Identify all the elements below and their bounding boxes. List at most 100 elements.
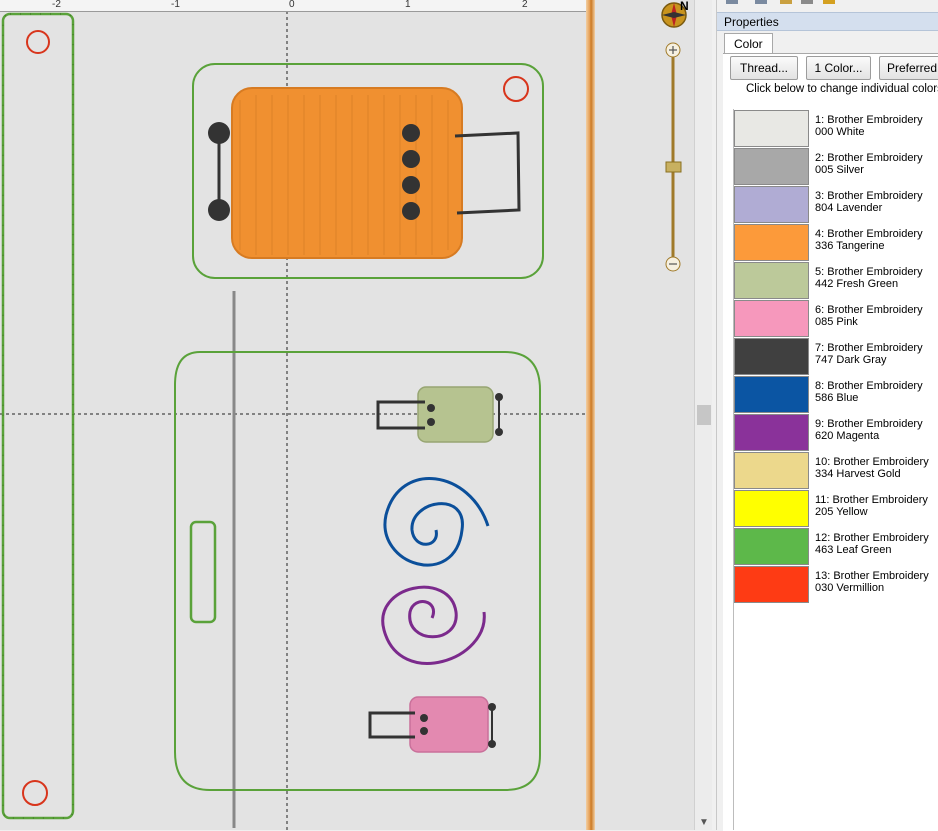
green-suitcase [417, 386, 494, 443]
color-thread-code: 205 Yellow [815, 506, 868, 518]
color-thread-code: 030 Vermillion [815, 582, 885, 594]
color-name: 10: Brother Embroidery 334 Harvest Gold [815, 456, 929, 480]
color-swatch[interactable] [734, 262, 809, 299]
color-thread-code: 000 White [815, 126, 865, 138]
color-thread-code: 005 Silver [815, 164, 864, 176]
ruler-label: 1 [405, 0, 411, 10]
color-swatch[interactable] [734, 186, 809, 223]
color-thread-brand: 10: Brother Embroidery [815, 456, 929, 468]
color-thread-code: 620 Magenta [815, 430, 880, 442]
color-thread-code: 085 Pink [815, 316, 858, 328]
color-thread-brand: 7: Brother Embroidery [815, 342, 923, 354]
color-swatch[interactable] [734, 224, 809, 261]
zoom-thumb [665, 161, 682, 173]
slot-opening [189, 520, 217, 624]
toolbar-icon [780, 0, 792, 4]
color-list-item[interactable]: 9: Brother Embroidery 620 Magenta [734, 414, 938, 452]
color-swatch[interactable] [734, 414, 809, 451]
color-list-item[interactable]: 8: Brother Embroidery 586 Blue [734, 376, 938, 414]
color-thread-brand: 3: Brother Embroidery [815, 190, 923, 202]
strap-hole-top [26, 30, 50, 54]
ruler-label: 2 [522, 0, 528, 10]
color-list-item[interactable]: 7: Brother Embroidery 747 Dark Gray [734, 338, 938, 376]
properties-toolbar [717, 0, 938, 10]
color-name: 13: Brother Embroidery 030 Vermillion [815, 570, 929, 594]
color-thread-code: 334 Harvest Gold [815, 468, 901, 480]
color-thread-code: 336 Tangerine [815, 240, 885, 252]
color-thread-brand: 11: Brother Embroidery [815, 494, 928, 506]
color-name: 5: Brother Embroidery 442 Fresh Green [815, 266, 923, 290]
color-thread-code: 804 Lavender [815, 202, 883, 214]
color-name: 7: Brother Embroidery 747 Dark Gray [815, 342, 923, 366]
properties-title: Properties [717, 12, 938, 31]
blue-spiral [383, 477, 490, 567]
scroll-thumb[interactable] [697, 405, 711, 425]
color-thread-brand: 5: Brother Embroidery [815, 266, 923, 278]
zoom-slider[interactable]: N [595, 0, 694, 280]
orange-suitcase [231, 87, 463, 259]
ruler-label: -1 [171, 0, 180, 10]
properties-panel: Properties Color Thread... 1 Color... Pr… [716, 0, 938, 831]
color-thread-brand: 8: Brother Embroidery [815, 380, 923, 392]
tag-hole [503, 76, 529, 102]
color-list-item[interactable]: 6: Brother Embroidery 085 Pink [734, 300, 938, 338]
ruler-label: -2 [52, 0, 61, 10]
scroll-down-icon[interactable]: ▼ [699, 817, 709, 828]
toolbar-icon [801, 0, 813, 4]
luggage-tag-top[interactable] [192, 63, 544, 279]
color-list-item[interactable]: 1: Brother Embroidery 000 White [734, 110, 938, 148]
color-thread-code: 463 Leaf Green [815, 544, 892, 556]
color-swatch[interactable] [734, 148, 809, 185]
toolbar-icon [726, 0, 738, 4]
color-list-item[interactable]: 10: Brother Embroidery 334 Harvest Gold [734, 452, 938, 490]
pink-suitcase [409, 696, 489, 753]
preferred-button[interactable]: Preferred [879, 56, 938, 80]
color-thread-brand: 1: Brother Embroidery [815, 114, 923, 126]
color-thread-brand: 2: Brother Embroidery [815, 152, 923, 164]
hoop-edge-bar [586, 0, 595, 830]
color-thread-brand: 4: Brother Embroidery [815, 228, 923, 240]
horizontal-ruler: -2 -1 0 1 2 3 [0, 0, 645, 12]
vertical-scrollbar[interactable]: ▼ [694, 0, 712, 830]
color-name: 8: Brother Embroidery 586 Blue [815, 380, 923, 404]
color-swatch[interactable] [734, 338, 809, 375]
strap-outline[interactable] [1, 12, 75, 820]
color-thread-code: 442 Fresh Green [815, 278, 899, 290]
color-name: 2: Brother Embroidery 005 Silver [815, 152, 923, 176]
color-list-item[interactable]: 4: Brother Embroidery 336 Tangerine [734, 224, 938, 262]
color-thread-brand: 12: Brother Embroidery [815, 532, 929, 544]
color-list-item[interactable]: 2: Brother Embroidery 005 Silver [734, 148, 938, 186]
ruler-label: 0 [289, 0, 295, 10]
color-list-item[interactable]: 12: Brother Embroidery 463 Leaf Green [734, 528, 938, 566]
color-list-item[interactable]: 11: Brother Embroidery 205 Yellow [734, 490, 938, 528]
color-name: 3: Brother Embroidery 804 Lavender [815, 190, 923, 214]
color-list-item[interactable]: 13: Brother Embroidery 030 Vermillion [734, 566, 938, 604]
color-swatch[interactable] [734, 376, 809, 413]
color-swatch[interactable] [734, 452, 809, 489]
toolbar-icon [755, 0, 767, 4]
purple-spiral [381, 585, 486, 665]
color-swatch[interactable] [734, 566, 809, 603]
color-name: 11: Brother Embroidery 205 Yellow [815, 494, 928, 518]
tab-color[interactable]: Color [724, 33, 773, 54]
color-name: 4: Brother Embroidery 336 Tangerine [815, 228, 923, 252]
color-swatch[interactable] [734, 300, 809, 337]
color-swatch[interactable] [734, 110, 809, 147]
color-name: 9: Brother Embroidery 620 Magenta [815, 418, 923, 442]
color-swatch[interactable] [734, 490, 809, 527]
color-list-item[interactable]: 3: Brother Embroidery 804 Lavender [734, 186, 938, 224]
strap-hole-bottom [22, 780, 48, 806]
color-swatch[interactable] [734, 528, 809, 565]
color-thread-code: 586 Blue [815, 392, 859, 404]
design-canvas[interactable]: -2 -1 0 1 2 3 N ▼ [0, 0, 712, 830]
luggage-tag-bottom[interactable] [174, 351, 541, 791]
color-list-item[interactable]: 5: Brother Embroidery 442 Fresh Green [734, 262, 938, 300]
color-thread-brand: 9: Brother Embroidery [815, 418, 923, 430]
color-thread-brand: 13: Brother Embroidery [815, 570, 929, 582]
design-drawing[interactable] [0, 0, 590, 830]
one-color-button[interactable]: 1 Color... [806, 56, 871, 80]
thread-button[interactable]: Thread... [730, 56, 798, 80]
color-name: 6: Brother Embroidery 085 Pink [815, 304, 923, 328]
color-list: 1: Brother Embroidery 000 White 2: Brother… [734, 110, 938, 604]
color-name: 12: Brother Embroidery 463 Leaf Green [815, 532, 929, 556]
